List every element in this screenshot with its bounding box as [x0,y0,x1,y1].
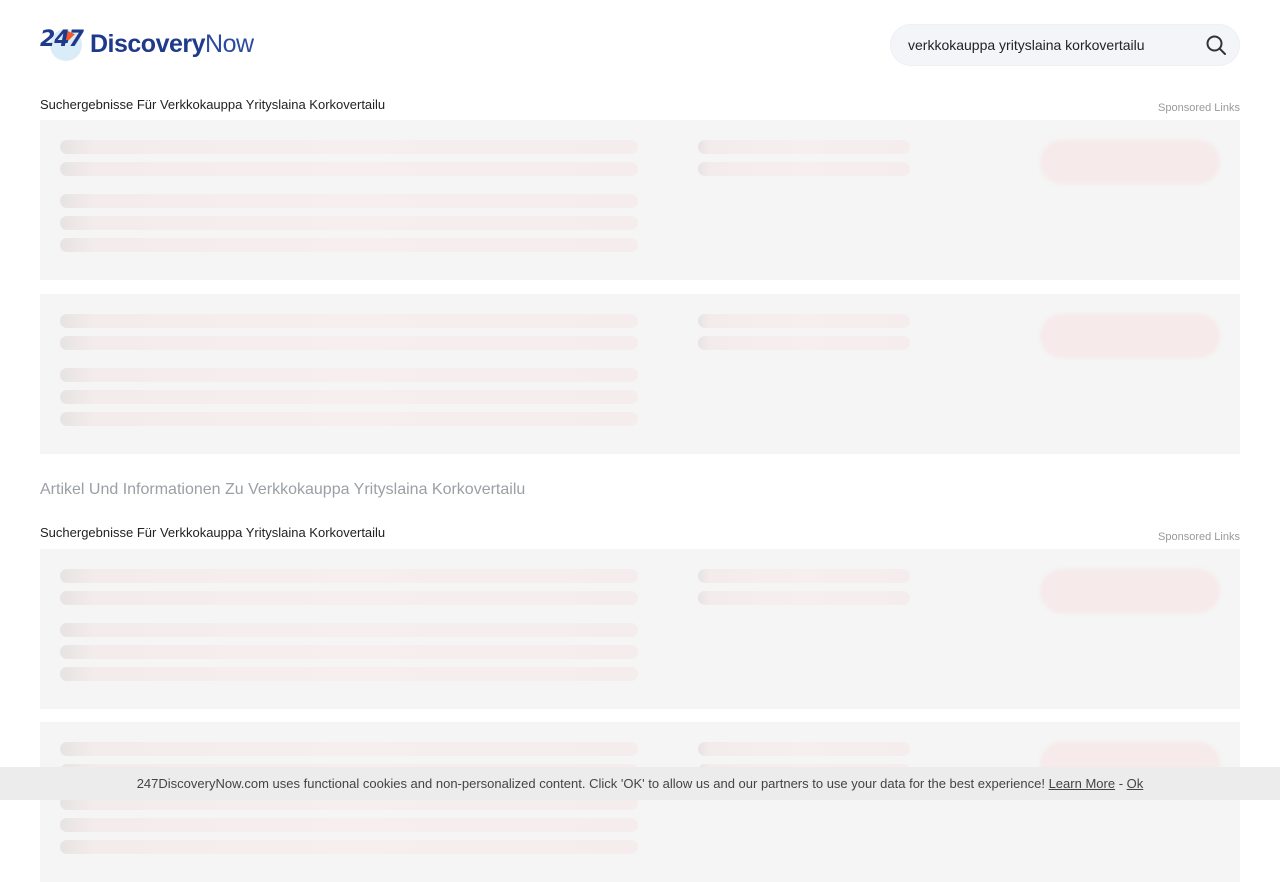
learn-more-link[interactable]: Learn More [1049,776,1115,791]
loading-bar [60,412,638,426]
search-input[interactable] [908,24,1198,66]
loading-bar [698,140,910,154]
loading-bar [60,238,638,252]
loading-bar [60,818,638,832]
loading-bar [60,216,638,230]
loading-bar [698,591,910,605]
logo-word-discovery: Discovery [90,29,206,58]
loading-bar [60,314,638,328]
loading-bar [698,336,910,350]
loading-bar [60,336,638,350]
loading-button-placeholder [1040,140,1220,184]
loading-button-placeholder [1040,569,1220,613]
logo-mark-icon: 247 [40,25,86,63]
cookie-text: 247DiscoveryNow.com uses functional cook… [136,776,1045,791]
search-icon[interactable] [1204,33,1228,57]
sponsored-links-label: Sponsored Links [1158,102,1240,114]
logo-wordmark: DiscoveryNow [90,30,254,59]
results-title: Suchergebnisse Für Verkkokauppa Yritysla… [40,97,386,112]
logo[interactable]: 247 DiscoveryNow [40,24,254,64]
loading-bar [60,645,638,659]
loading-bar [698,314,910,328]
ad-card-placeholder [40,120,1240,280]
ad-card-placeholder [40,294,1240,454]
search-box [890,24,1240,66]
loading-bar [60,194,638,208]
loading-bar [60,390,638,404]
article-heading: Artikel Und Informationen Zu Verkkokaupp… [40,481,526,498]
loading-bar [60,623,638,637]
header: 247 DiscoveryNow [0,0,1280,90]
loading-button-placeholder [1040,314,1220,358]
loading-bar [60,742,638,756]
sponsored-links-label: Sponsored Links [1158,531,1240,543]
results-title: Suchergebnisse Für Verkkokauppa Yritysla… [40,525,386,540]
ad-card-placeholder [40,722,1240,882]
loading-bar [698,162,910,176]
loading-bar [60,368,638,382]
loading-bar [60,591,638,605]
loading-bar [60,667,638,681]
ad-card-placeholder [40,549,1240,709]
loading-bar [60,840,638,854]
loading-bar [698,742,910,756]
cookie-banner: 247DiscoveryNow.com uses functional cook… [0,767,1280,800]
logo-word-now: Now [205,29,254,58]
cookie-separator: - [1118,776,1124,791]
loading-bar [60,569,638,583]
loading-bar [698,569,910,583]
logo-digits: 247 [40,27,84,52]
cookie-ok-link[interactable]: Ok [1127,776,1144,791]
loading-bar [60,162,638,176]
loading-bar [60,140,638,154]
